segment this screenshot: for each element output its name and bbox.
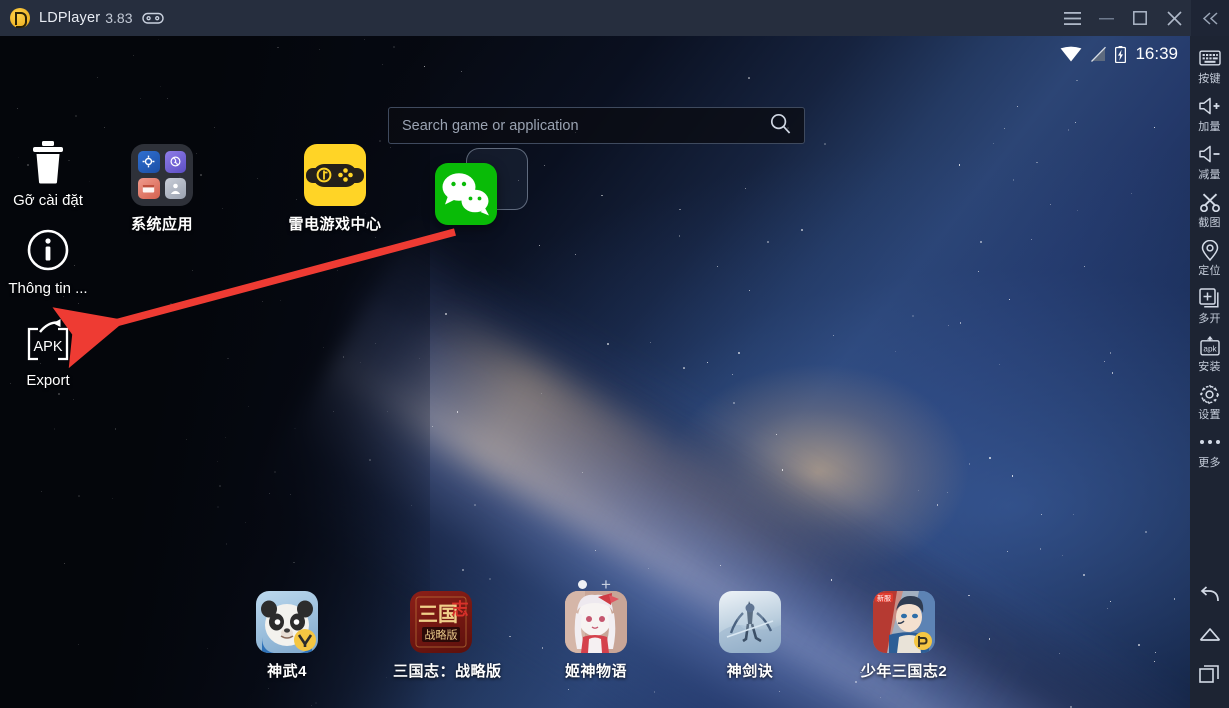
search-input[interactable]	[402, 117, 770, 134]
utility-icon-export-apk[interactable]: APK Export	[0, 318, 96, 389]
svg-text:战略版: 战略版	[425, 628, 458, 642]
app-label: 少年三国志2	[860, 663, 948, 680]
nav-back-button[interactable]	[1190, 576, 1229, 616]
multi-instance-icon	[1199, 287, 1220, 309]
utility-icon-app-info[interactable]: Thông tin ...	[0, 226, 96, 297]
wifi-icon	[1060, 46, 1082, 62]
sidebar-item-label: 多开	[1198, 313, 1221, 325]
no-sim-icon	[1091, 46, 1107, 62]
app-icon-wechat-dragging[interactable]	[418, 163, 514, 232]
app-label: 神武4	[267, 663, 307, 680]
window-controls	[1055, 0, 1191, 36]
app-icon-system-apps[interactable]: 系统应用	[114, 144, 210, 234]
hamburger-menu-icon[interactable]	[1055, 0, 1089, 36]
app-icon-shenwu4[interactable]: 神武4	[239, 591, 335, 681]
volume-down-icon	[1198, 143, 1221, 165]
sidebar-item-settings[interactable]: 设置	[1190, 378, 1229, 426]
app-title: LDPlayer	[39, 10, 101, 26]
app-label: 系统应用	[130, 216, 193, 233]
utility-label: Export	[26, 372, 70, 389]
search-bar[interactable]	[388, 107, 805, 144]
folder-mini-icon	[164, 177, 186, 199]
nav-recents-button[interactable]	[1190, 656, 1229, 696]
app-icon-shaonian-sanguozhi2[interactable]: 新服 少年三国志2	[856, 591, 952, 681]
recents-icon	[1199, 664, 1220, 688]
sidebar-item-label: 更多	[1198, 457, 1221, 469]
app-version: 3.83	[105, 10, 133, 26]
android-status-bar: 16:39	[1060, 44, 1178, 64]
app-icon-shenjianjue[interactable]: 神剑诀	[702, 591, 798, 681]
sidebar-item-screenshot[interactable]: 截图	[1190, 186, 1229, 234]
sidebar-item-label: 截图	[1198, 217, 1221, 229]
jishen-icon	[565, 591, 627, 653]
sanguozhi-icon: 三 国 志 战略版	[410, 591, 472, 653]
sidebar-item-more[interactable]: 更多	[1190, 426, 1229, 474]
emulator-sidebar: 按键 加量 减量 截图 定位 多开 apk 安装 设置 更多	[1190, 36, 1229, 708]
title-bar: LDPlayer 3.83	[0, 0, 1229, 36]
scissors-screenshot-icon	[1199, 191, 1221, 213]
home-icon	[1199, 626, 1221, 647]
battery-charging-icon	[1115, 45, 1127, 63]
status-time: 16:39	[1135, 44, 1178, 63]
sidebar-item-install-apk[interactable]: apk 安装	[1190, 330, 1229, 378]
sidebar-item-volume-down[interactable]: 减量	[1190, 138, 1229, 186]
sidebar-item-label: 设置	[1198, 409, 1221, 421]
apk-export-icon: APK	[0, 318, 96, 366]
system-apps-folder-icon	[131, 144, 193, 206]
search-icon[interactable]	[770, 113, 791, 139]
svg-text:新服: 新服	[877, 594, 891, 603]
sidebar-item-label: 安装	[1198, 361, 1221, 373]
info-icon	[0, 226, 96, 274]
app-label: 雷电游戏中心	[288, 216, 382, 233]
app-icon-ld-game-center[interactable]: 雷电游戏中心	[287, 144, 383, 234]
svg-text:APK: APK	[33, 339, 62, 355]
shaonian-sanguozhi2-icon: 新服	[873, 591, 935, 653]
location-pin-icon	[1201, 239, 1219, 261]
ld-game-center-icon	[304, 144, 366, 206]
maximize-icon[interactable]	[1123, 0, 1157, 36]
app-label: 三国志：战略版	[393, 663, 502, 680]
emulator-screen[interactable]: 16:39 Gỡ cài đặt Thông tin ...	[0, 36, 1190, 708]
nav-home-button[interactable]	[1190, 616, 1229, 656]
volume-up-icon	[1198, 95, 1221, 117]
folder-mini-icon	[164, 151, 186, 173]
sidebar-item-label: 定位	[1198, 265, 1221, 277]
apk-install-icon: apk	[1199, 335, 1221, 357]
back-arrow-icon	[1199, 584, 1221, 609]
shenjianjue-icon	[719, 591, 781, 653]
gear-icon	[1199, 383, 1220, 405]
svg-text:apk: apk	[1203, 345, 1217, 354]
wechat-icon	[435, 163, 497, 225]
shenwu4-icon	[256, 591, 318, 653]
sidebar-item-label: 加量	[1198, 121, 1221, 133]
app-icon-sanguozhi[interactable]: 三 国 志 战略版 三国志：战略版	[393, 591, 502, 681]
close-icon[interactable]	[1157, 0, 1191, 36]
sidebar-item-keymapping[interactable]: 按键	[1190, 42, 1229, 90]
ellipsis-icon	[1199, 431, 1220, 453]
ldplayer-logo	[10, 8, 30, 28]
double-chevron-left-icon[interactable]	[1191, 0, 1229, 36]
sidebar-item-multi-instance[interactable]: 多开	[1190, 282, 1229, 330]
trash-icon	[0, 138, 96, 186]
page-dot-active[interactable]	[578, 580, 587, 589]
sidebar-item-label: 减量	[1198, 169, 1221, 181]
app-icon-jishen[interactable]: 姬神物语	[548, 591, 644, 681]
utility-label: Gỡ cài đặt	[13, 192, 83, 209]
app-label: 姬神物语	[564, 663, 627, 680]
utility-label: Thông tin ...	[8, 280, 88, 297]
sidebar-item-location[interactable]: 定位	[1190, 234, 1229, 282]
sidebar-item-volume-up[interactable]: 加量	[1190, 90, 1229, 138]
keyboard-icon	[1198, 47, 1221, 69]
minimize-icon[interactable]	[1089, 0, 1123, 36]
app-label: 神剑诀	[726, 663, 774, 680]
folder-mini-icon	[138, 151, 160, 173]
utility-icon-uninstall[interactable]: Gỡ cài đặt	[0, 138, 96, 209]
gamepad-icon[interactable]	[141, 11, 164, 25]
svg-text:三: 三	[418, 604, 438, 626]
sidebar-item-label: 按键	[1198, 73, 1221, 85]
svg-text:志: 志	[452, 599, 469, 619]
folder-mini-icon	[138, 177, 160, 199]
